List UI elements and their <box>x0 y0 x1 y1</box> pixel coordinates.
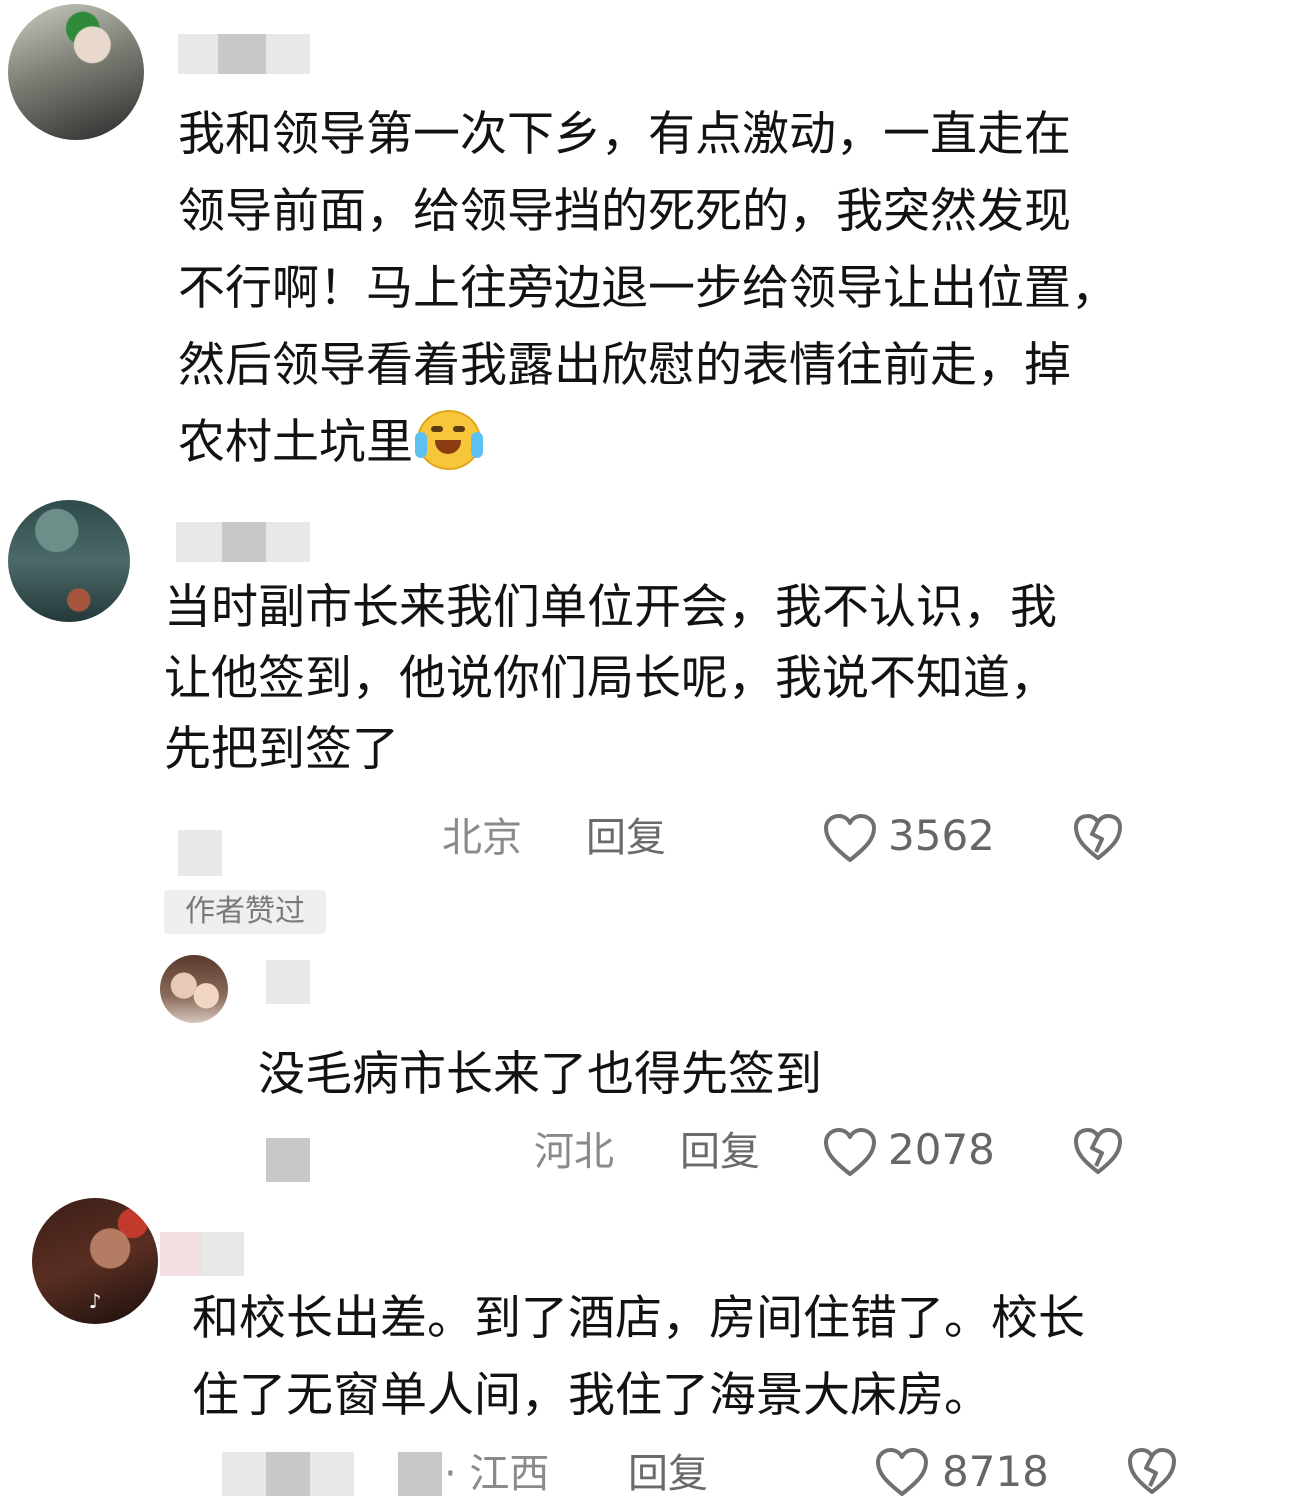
comment-text: 没毛病市长来了也得先签到 <box>258 1047 822 1102</box>
heart-outline-icon[interactable] <box>822 812 878 864</box>
username-redacted <box>310 1452 354 1496</box>
username-redacted <box>266 522 310 562</box>
avatar[interactable] <box>160 955 228 1023</box>
heart-outline-icon[interactable] <box>874 1446 930 1498</box>
username-redacted <box>266 960 310 1004</box>
username-redacted <box>160 1232 202 1276</box>
like-count: 8718 <box>942 1447 1049 1496</box>
username-redacted <box>218 34 266 74</box>
broken-heart-icon[interactable] <box>1072 812 1124 862</box>
username-redacted <box>266 1138 310 1182</box>
location-label: 北京 <box>442 815 522 861</box>
username-redacted <box>266 34 310 74</box>
comment-text: 和校长出差。到了酒店，房间住错了。校长 住了无窗单人间，我住了海景大床房。 <box>192 1291 1085 1423</box>
tiktok-icon: ♪ <box>88 1289 102 1313</box>
comment-text: 我和领导第一次下乡，有点激动，一直走在 领导前面，给领导挡的死死的，我突然发现 … <box>178 96 1258 481</box>
reply-button[interactable]: 回复 <box>680 1128 760 1176</box>
broken-heart-icon[interactable] <box>1126 1446 1178 1496</box>
like-count: 3562 <box>888 811 995 860</box>
heart-outline-icon[interactable] <box>822 1126 878 1178</box>
broken-heart-icon[interactable] <box>1072 1126 1124 1176</box>
username-redacted <box>178 830 222 876</box>
username-redacted <box>266 1452 310 1496</box>
crying-laughing-emoji-icon <box>413 404 483 470</box>
reply-button[interactable]: 回复 <box>586 814 666 862</box>
username-redacted <box>176 522 222 562</box>
comment-body: 我和领导第一次下乡，有点激动，一直走在 领导前面，给领导挡的死死的，我突然发现 … <box>178 107 1118 470</box>
author-liked-badge: 作者赞过 <box>164 890 326 934</box>
like-count: 2078 <box>888 1125 995 1174</box>
comment-thread: 我和领导第一次下乡，有点激动，一直走在 领导前面，给领导挡的死死的，我突然发现 … <box>0 0 1290 1512</box>
avatar[interactable] <box>8 500 130 622</box>
username-redacted <box>202 1232 244 1276</box>
username-redacted <box>222 522 266 562</box>
avatar[interactable] <box>8 4 144 140</box>
username-redacted <box>398 1452 442 1496</box>
location-label: · 江西 <box>444 1451 550 1497</box>
reply-button[interactable]: 回复 <box>628 1450 708 1498</box>
username-redacted <box>178 34 218 74</box>
username-redacted <box>222 1452 266 1496</box>
comment-text: 当时副市长来我们单位开会，我不认识，我 让他签到，他说你们局长呢，我说不知道， … <box>164 580 1057 777</box>
location-label: 河北 <box>534 1129 614 1175</box>
